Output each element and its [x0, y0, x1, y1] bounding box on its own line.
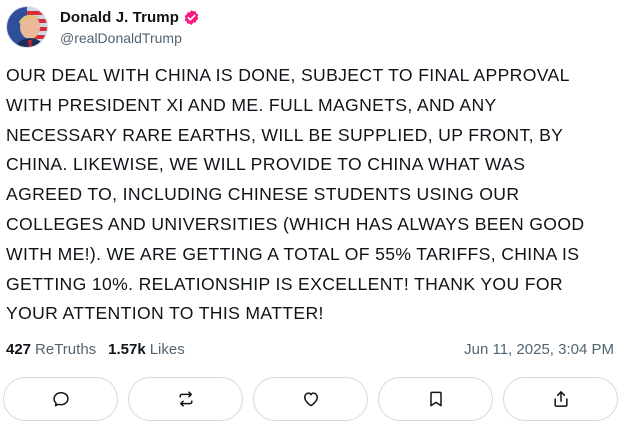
post-body: OUR DEAL WITH CHINA IS DONE, SUBJECT TO …: [6, 61, 612, 329]
avatar[interactable]: [6, 6, 48, 48]
retruth-icon: [178, 391, 193, 407]
user-handle[interactable]: @realDonaldTrump: [60, 30, 200, 46]
post-text-line: NECESSARY RARE EARTHS, WILL BE SUPPLIED,…: [6, 124, 564, 145]
post-text-line: CHINA. LIKEWISE, WE WILL PROVIDE TO CHIN…: [6, 154, 526, 175]
bookmark-button[interactable]: [378, 377, 493, 421]
likes-stat[interactable]: 1.57k Likes: [108, 341, 185, 358]
post-text-line: WITH PRESIDENT XI AND ME. FULL MAGNETS, …: [6, 94, 497, 115]
post-header: Donald J. Trump @realDonaldTrump: [6, 4, 200, 50]
retruths-count: 427: [6, 340, 32, 358]
post-text-line: AGREED TO, INCLUDING CHINESE STUDENTS US…: [6, 184, 520, 205]
post-text-line: YOUR ATTENTION TO THIS MATTER!: [6, 303, 324, 324]
author-info: Donald J. Trump @realDonaldTrump: [60, 9, 200, 46]
share-icon: [553, 391, 568, 407]
display-name[interactable]: Donald J. Trump: [60, 9, 179, 26]
retruth-button[interactable]: [128, 377, 243, 421]
post-meta: 427 ReTruths 1.57k Likes Jun 11, 2025, 3…: [6, 336, 614, 362]
truth-post: Donald J. Trump @realDonaldTrump OUR DEA…: [0, 0, 620, 429]
retruths-stat[interactable]: 427 ReTruths: [6, 341, 96, 358]
post-text-line: COLLEGES AND UNIVERSITIES (WHICH HAS ALW…: [6, 213, 585, 234]
retruths-label: ReTruths: [35, 340, 97, 358]
likes-label: Likes: [149, 340, 185, 358]
post-text-line: GETTING 10%. RELATIONSHIP IS EXCELLENT! …: [6, 273, 563, 294]
author-name-row: Donald J. Trump: [60, 9, 200, 26]
post-text-line: OUR DEAL WITH CHINA IS DONE, SUBJECT TO …: [6, 65, 570, 85]
post-text-line: WITH ME!). WE ARE GETTING A TOTAL OF 55%…: [6, 243, 580, 264]
reply-button[interactable]: [3, 377, 118, 421]
avatar-image: [7, 7, 47, 47]
share-button[interactable]: [503, 377, 618, 421]
reply-icon: [52, 392, 69, 407]
post-timestamp[interactable]: Jun 11, 2025, 3:04 PM: [464, 341, 614, 358]
bookmark-icon: [429, 391, 442, 407]
likes-count: 1.57k: [108, 340, 146, 358]
action-bar: [0, 377, 620, 421]
like-button[interactable]: [253, 377, 368, 421]
verified-badge-icon: [183, 9, 200, 26]
heart-icon: [303, 392, 318, 407]
